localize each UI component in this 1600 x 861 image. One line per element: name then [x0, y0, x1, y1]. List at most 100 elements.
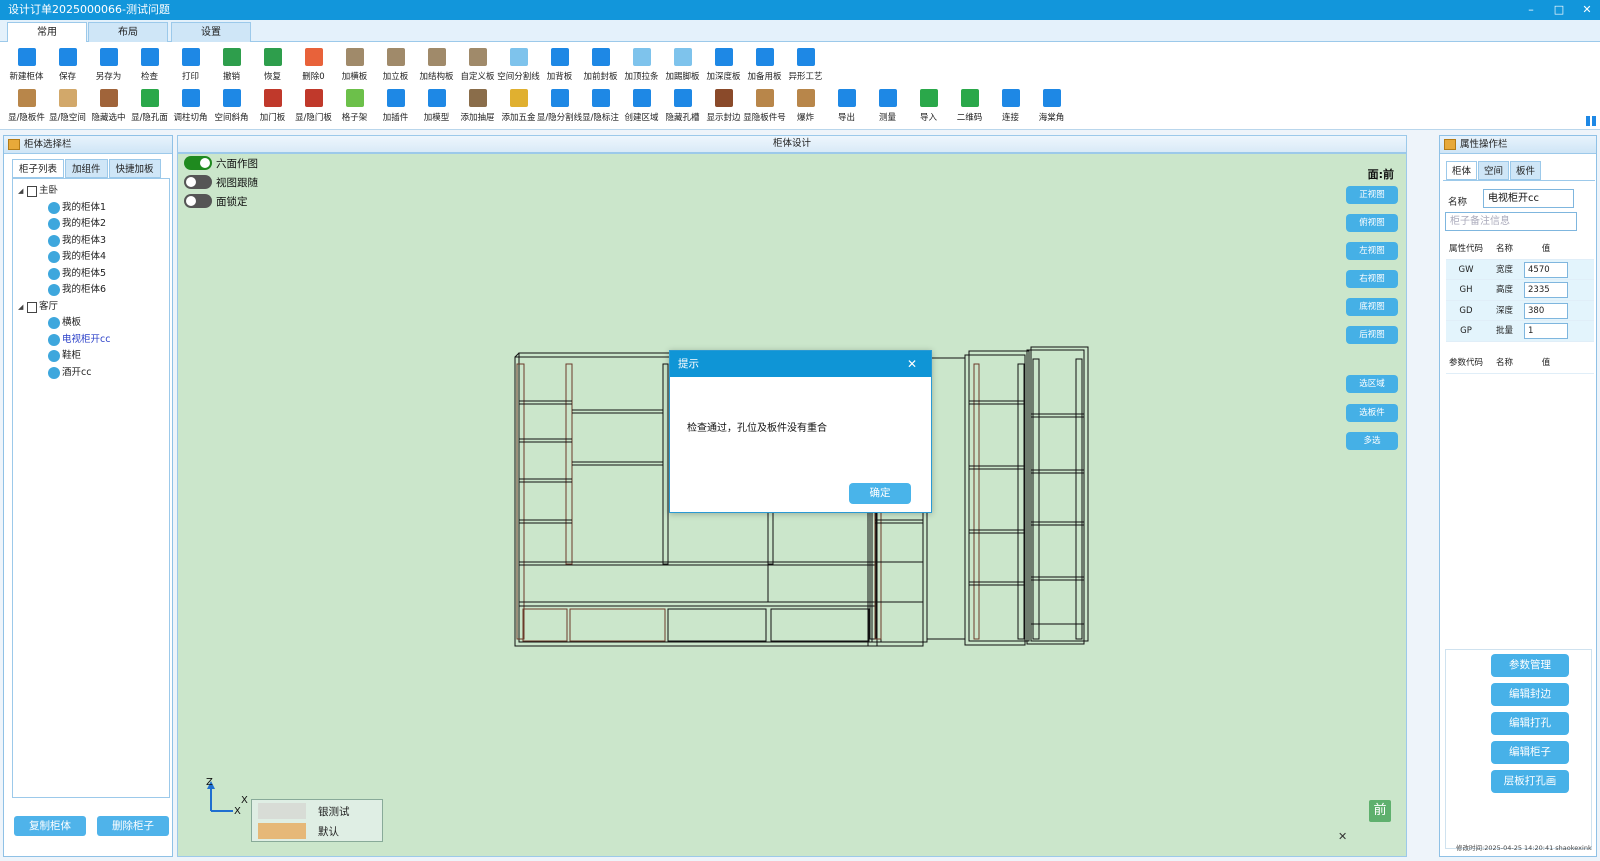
- tool-measure-button[interactable]: 测量: [867, 86, 908, 126]
- tool-undo-button[interactable]: 撤销: [211, 45, 252, 85]
- tree-group-node[interactable]: ◢ 主卧: [13, 183, 169, 200]
- tool-label: 加深度板: [706, 72, 741, 82]
- tool-explode-button[interactable]: 爆炸: [785, 86, 826, 126]
- front-view-cube[interactable]: 前: [1369, 800, 1391, 822]
- expand-arrow-icon[interactable]: ◢: [18, 183, 23, 200]
- material-item[interactable]: 银测试: [258, 802, 350, 820]
- canvas-close-icon[interactable]: ✕: [1338, 830, 1347, 843]
- tool-add-spare-board-button[interactable]: 加备用板: [744, 45, 785, 85]
- tool-new-cabinet-button[interactable]: 新建柜体: [6, 45, 47, 85]
- delete-cabinet-button[interactable]: 删除柜子: [97, 816, 169, 836]
- tool-label: 导出: [837, 113, 855, 123]
- tree-cabinet-node[interactable]: 电视柜开cc: [13, 332, 169, 349]
- tree-cabinet-node[interactable]: 我的柜体2: [13, 216, 169, 233]
- space-bevel-icon: [222, 89, 241, 107]
- tool-toggle-panel-number-button[interactable]: 显隐板件号: [743, 86, 786, 126]
- tool-space-divider-button[interactable]: 空间分割线: [497, 45, 540, 85]
- tree-cabinet-node[interactable]: 我的柜体4: [13, 249, 169, 266]
- tool-custom-board-button[interactable]: 自定义板: [457, 45, 498, 85]
- cabinet-name-input[interactable]: 电视柜开cc: [1483, 189, 1574, 208]
- tool-add-vertical-board-button[interactable]: 加立板: [375, 45, 416, 85]
- tool-column-chamfer-button[interactable]: 调柱切角: [170, 86, 211, 126]
- tab-space[interactable]: 空间: [1478, 161, 1510, 180]
- tool-label: 加备用板: [747, 72, 782, 82]
- tab-quick-add-board[interactable]: 快捷加板: [108, 159, 161, 178]
- attr-value-input[interactable]: 2335: [1524, 282, 1568, 298]
- maximize-button[interactable]: □: [1552, 0, 1566, 20]
- tab-add-component[interactable]: 加组件: [65, 159, 108, 178]
- tool-qrcode-button[interactable]: 二维码: [949, 86, 990, 126]
- tool-toggle-space-button[interactable]: 显/隐空间: [47, 86, 88, 126]
- tool-add-plugin-button[interactable]: 加插件: [375, 86, 416, 126]
- tool-special-process-button[interactable]: 异形工艺: [785, 45, 826, 85]
- tool-add-door-button[interactable]: 加门板: [252, 86, 293, 126]
- tab-cabinet-list[interactable]: 柜子列表: [12, 159, 65, 178]
- tool-toggle-doors-button[interactable]: 显/隐门板: [293, 86, 334, 126]
- cabinet-remark-input[interactable]: 柜子备注信息: [1445, 212, 1577, 231]
- tool-add-structure-board-button[interactable]: 加结构板: [416, 45, 457, 85]
- tool-toggle-panels-button[interactable]: 显/隐板件: [6, 86, 47, 126]
- tree-cabinet-node[interactable]: 我的柜体6: [13, 282, 169, 299]
- tool-toggle-divider-button[interactable]: 显/隐分割线: [537, 86, 582, 126]
- tab-layout[interactable]: 布局: [88, 22, 168, 42]
- tool-label: 加模型: [423, 113, 450, 123]
- tool-import-button[interactable]: 导入: [908, 86, 949, 126]
- attr-name: 宽度: [1495, 264, 1513, 275]
- tool-begonia-corner-button[interactable]: 海棠角: [1031, 86, 1072, 126]
- attr-value-input[interactable]: 380: [1524, 302, 1568, 319]
- tool-redo-button[interactable]: 恢复: [252, 45, 293, 85]
- dialog-ok-button[interactable]: 确定: [849, 483, 911, 504]
- attr-value-input[interactable]: 4570: [1524, 261, 1568, 278]
- tab-board[interactable]: 板件: [1510, 161, 1542, 180]
- tab-cabinet[interactable]: 柜体: [1446, 161, 1478, 180]
- tab-common[interactable]: 常用: [7, 22, 87, 42]
- tool-label: 显/隐空间: [49, 113, 86, 123]
- tree-cabinet-node[interactable]: 我的柜体1: [13, 200, 169, 217]
- tool-hide-selected-button[interactable]: 隐藏选中: [88, 86, 129, 126]
- tree-cabinet-node[interactable]: 我的柜体5: [13, 266, 169, 283]
- param-manage-button[interactable]: 参数管理: [1491, 654, 1569, 677]
- tool-hide-holes-button[interactable]: 隐藏孔槽: [662, 86, 703, 126]
- tree-group-node[interactable]: ◢ 客厅: [13, 299, 169, 316]
- tool-add-kickboard-button[interactable]: 加踢脚板: [662, 45, 703, 85]
- tool-add-depth-board-button[interactable]: 加深度板: [703, 45, 744, 85]
- tool-add-top-strip-button[interactable]: 加顶拉条: [621, 45, 662, 85]
- tool-show-edging-button[interactable]: 显示封边: [703, 86, 744, 126]
- ribbon-options-icon[interactable]: [1586, 116, 1596, 126]
- close-window-button[interactable]: ✕: [1580, 0, 1594, 20]
- tool-connect-button[interactable]: 连接: [990, 86, 1031, 126]
- shelf-drilling-button[interactable]: 层板打孔画: [1491, 770, 1569, 793]
- tool-add-horizontal-board-button[interactable]: 加横板: [334, 45, 375, 85]
- tool-print-button[interactable]: 打印: [170, 45, 211, 85]
- edit-edging-button[interactable]: 编辑封边: [1491, 683, 1569, 706]
- tree-cabinet-node[interactable]: 鞋柜: [13, 348, 169, 365]
- tool-add-back-board-button[interactable]: 加背板: [539, 45, 580, 85]
- tab-settings[interactable]: 设置: [171, 22, 251, 42]
- copy-cabinet-button[interactable]: 复制柜体: [14, 816, 86, 836]
- edit-cabinet-button[interactable]: 编辑柜子: [1491, 741, 1569, 764]
- tree-cabinet-node[interactable]: 我的柜体3: [13, 233, 169, 250]
- tree-cabinet-node[interactable]: 横板: [13, 315, 169, 332]
- edit-drilling-button[interactable]: 编辑打孔: [1491, 712, 1569, 735]
- tool-add-hardware-button[interactable]: 添加五金: [498, 86, 539, 126]
- tool-check-button[interactable]: 检查: [129, 45, 170, 85]
- tool-toggle-holes-button[interactable]: 显/隐孔面: [129, 86, 170, 126]
- tool-toggle-dimension-button[interactable]: 显/隐标注: [580, 86, 621, 126]
- tool-save-as-button[interactable]: 另存为: [88, 45, 129, 85]
- minimize-button[interactable]: –: [1524, 0, 1538, 20]
- dialog-close-button[interactable]: ✕: [907, 351, 917, 377]
- tool-delete-button[interactable]: 删除0: [293, 45, 334, 85]
- tool-grid-rack-button[interactable]: 格子架: [334, 86, 375, 126]
- tool-export-button[interactable]: 导出: [826, 86, 867, 126]
- tree-cabinet-node[interactable]: 酒开cc: [13, 365, 169, 382]
- expand-arrow-icon[interactable]: ◢: [18, 299, 23, 316]
- tool-save-button[interactable]: 保存: [47, 45, 88, 85]
- tool-add-model-button[interactable]: 加模型: [416, 86, 457, 126]
- add-front-panel-icon: [591, 48, 610, 66]
- attr-value-input[interactable]: 1: [1524, 323, 1568, 339]
- tool-create-area-button[interactable]: 创建区域: [621, 86, 662, 126]
- tool-add-drawer-button[interactable]: 添加抽屉: [457, 86, 498, 126]
- material-item[interactable]: 默认: [258, 822, 339, 840]
- tool-add-front-panel-button[interactable]: 加前封板: [580, 45, 621, 85]
- tool-space-bevel-button[interactable]: 空间斜角: [211, 86, 252, 126]
